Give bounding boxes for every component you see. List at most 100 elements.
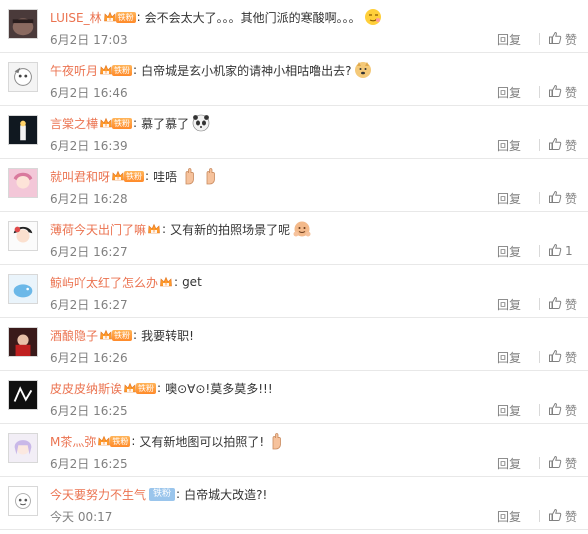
username-link[interactable]: 皮皮皮纳斯诶 <box>50 380 122 397</box>
comment-text: 噢⊙∀⊙!莫多莫多!!! <box>165 381 273 396</box>
doge-emoji-icon <box>354 61 372 79</box>
avatar[interactable] <box>8 9 38 39</box>
reply-button[interactable]: 回复 <box>497 243 533 260</box>
username-link[interactable]: 薄荷今天出门了嘛 <box>50 221 146 238</box>
comment-time: 6月2日 16:27 <box>50 298 128 312</box>
fan-badge[interactable]: V 铁粉 <box>111 169 145 183</box>
divider <box>539 192 540 204</box>
fan-badge[interactable]: 铁粉 <box>147 487 176 501</box>
comment-actions: 回复 赞 <box>497 348 588 366</box>
fan-badge-label: 铁粉 <box>110 435 131 447</box>
crown-icon: V <box>99 63 113 77</box>
fan-badge[interactable]: V 铁粉 <box>103 10 136 24</box>
comment-actions: 回复 赞 <box>497 83 588 101</box>
crown-icon: V <box>99 328 113 342</box>
avatar[interactable] <box>8 486 38 516</box>
like-count: 1 <box>565 244 573 258</box>
avatar[interactable] <box>8 62 38 92</box>
colon: : <box>174 275 179 289</box>
fan-badge[interactable]: V <box>159 275 173 289</box>
thumbs-up-icon <box>548 508 565 525</box>
divider <box>539 245 540 257</box>
reply-button[interactable]: 回复 <box>497 402 533 419</box>
divider <box>539 33 540 45</box>
divider <box>539 457 540 469</box>
divider <box>539 510 540 522</box>
reply-button[interactable]: 回复 <box>497 31 533 48</box>
like-count: 赞 <box>565 403 578 418</box>
reply-button[interactable]: 回复 <box>497 296 533 313</box>
username-link[interactable]: 午夜听月 <box>50 62 98 79</box>
avatar[interactable] <box>8 327 38 357</box>
reply-button[interactable]: 回复 <box>497 190 533 207</box>
like-button[interactable]: 赞 <box>548 296 588 313</box>
fan-badge-label: 铁粉 <box>149 487 176 501</box>
comment-text: 我要转职! <box>141 328 194 343</box>
username-link[interactable]: LUISE_林 <box>50 9 102 26</box>
crown-icon: V <box>99 116 113 130</box>
reply-button[interactable]: 回复 <box>497 84 533 101</box>
username-link[interactable]: 酒酿隐子 <box>50 327 98 344</box>
thumbs-up-icon <box>548 190 565 207</box>
avatar[interactable] <box>8 433 38 463</box>
avatar[interactable] <box>8 168 38 198</box>
comment-actions: 回复 赞 <box>497 454 588 472</box>
comment-time: 6月2日 16:39 <box>50 139 128 153</box>
comment-line: 午夜听月 V 铁粉 : 白帝城是玄小机家的请神小相咕噜出去? <box>50 60 578 80</box>
like-button[interactable]: 赞 <box>548 190 588 207</box>
like-count: 赞 <box>565 138 578 153</box>
colon: : <box>133 116 138 130</box>
username-link[interactable]: 就叫君和呀 <box>50 168 110 185</box>
avatar[interactable] <box>8 274 38 304</box>
avatar[interactable] <box>8 221 38 251</box>
reply-button[interactable]: 回复 <box>497 508 533 525</box>
avatar[interactable] <box>8 380 38 410</box>
username-link[interactable]: M茶灬弥 <box>50 433 96 450</box>
thumbs-up-icon <box>548 349 565 366</box>
like-button[interactable]: 赞 <box>548 402 588 419</box>
comment-actions: 回复 1 <box>497 242 588 260</box>
reply-button[interactable]: 回复 <box>497 137 533 154</box>
reply-button[interactable]: 回复 <box>497 455 533 472</box>
comment-line: 皮皮皮纳斯诶 V 铁粉 : 噢⊙∀⊙!莫多莫多!!! <box>50 378 578 398</box>
fan-badge[interactable]: V <box>147 222 161 236</box>
comment-text: 又有新的拍照场景了呢 <box>170 222 291 237</box>
username-link[interactable]: 言棠之樺 <box>50 115 98 132</box>
like-button[interactable]: 赞 <box>548 84 588 101</box>
like-button[interactable]: 赞 <box>548 455 588 472</box>
divider <box>539 139 540 151</box>
username-link[interactable]: 今天要努力不生气 <box>50 486 146 503</box>
like-button[interactable]: 赞 <box>548 137 588 154</box>
comment-line: 就叫君和呀 V 铁粉 : 哇唔 <box>50 166 578 186</box>
comment-list: LUISE_林 V 铁粉 : 会不会太大了。。。其他门派的寒酸啊。。。 6月2日 … <box>0 0 588 530</box>
colon: : <box>176 487 181 501</box>
divider <box>539 351 540 363</box>
username-link[interactable]: 鲸屿吖太红了怎么办 <box>50 274 158 291</box>
like-button[interactable]: 赞 <box>548 31 588 48</box>
fan-badge[interactable]: V 铁粉 <box>99 116 133 130</box>
fan-badge-label: 铁粉 <box>112 64 133 76</box>
avatar[interactable] <box>8 115 38 145</box>
like-count: 赞 <box>565 297 578 312</box>
hand-emoji-icon <box>267 432 285 450</box>
colon: : <box>162 222 167 236</box>
comment-line: 酒酿隐子 V 铁粉 : 我要转职! <box>50 325 578 345</box>
reply-button[interactable]: 回复 <box>497 349 533 366</box>
comment-time: 6月2日 16:46 <box>50 86 128 100</box>
hand-emoji-icon <box>180 167 198 185</box>
like-button[interactable]: 赞 <box>548 508 588 525</box>
like-button[interactable]: 1 <box>548 243 588 260</box>
like-button[interactable]: 赞 <box>548 349 588 366</box>
crown-icon: V <box>97 434 111 448</box>
divider <box>539 86 540 98</box>
comment-line: 今天要努力不生气 铁粉 : 白帝城大改造?! <box>50 484 578 504</box>
comment-actions: 回复 赞 <box>497 189 588 207</box>
fan-badge[interactable]: V 铁粉 <box>123 381 157 395</box>
fan-badge[interactable]: V 铁粉 <box>97 434 131 448</box>
fan-badge[interactable]: V 铁粉 <box>99 63 133 77</box>
fan-badge[interactable]: V 铁粉 <box>99 328 133 342</box>
comment-item: 今天要努力不生气 铁粉 : 白帝城大改造?! 今天 00:17 回复 赞 <box>0 477 588 530</box>
fan-badge-label: 铁粉 <box>112 117 133 129</box>
thumbs-up-icon <box>548 296 565 313</box>
comment-time: 今天 00:17 <box>50 510 113 524</box>
